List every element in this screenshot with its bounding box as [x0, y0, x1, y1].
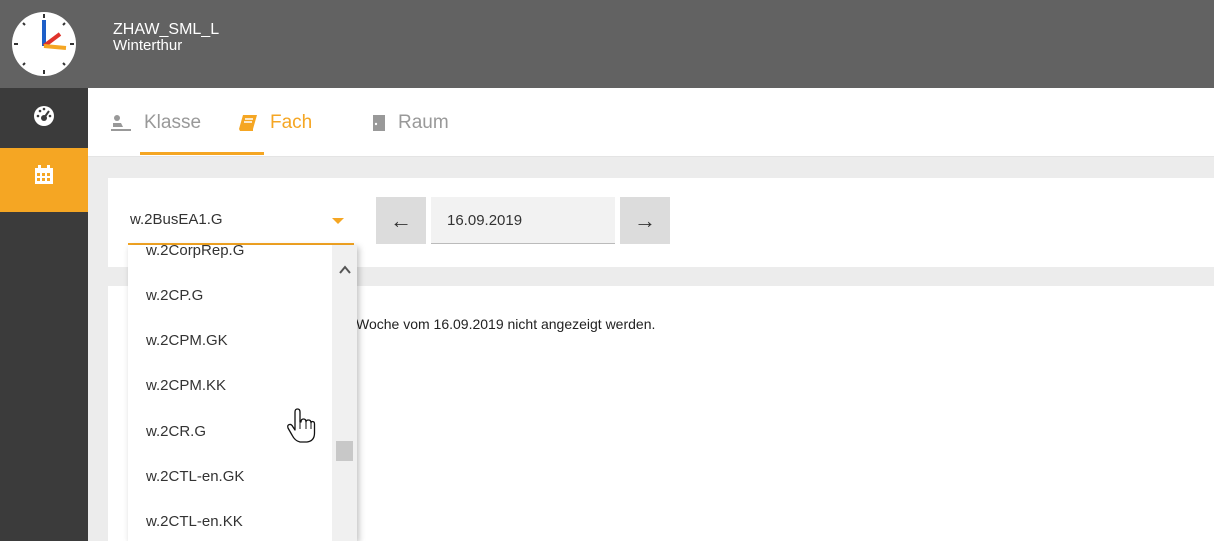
scrollbar-thumb[interactable] — [336, 441, 353, 461]
tab-klasse[interactable]: Klasse — [110, 88, 201, 157]
dropdown-option[interactable]: w.2CP.G — [146, 287, 203, 304]
dropdown-option[interactable]: w.2CorpRep.G — [146, 245, 244, 259]
dropdown-option[interactable]: w.2CPM.KK — [146, 377, 226, 394]
dashboard-icon — [33, 105, 55, 148]
student-desk-icon — [110, 114, 132, 132]
tab-label: Klasse — [144, 111, 202, 133]
dropdown-option[interactable]: w.2CTL-en.GK — [146, 468, 244, 485]
previous-week-button[interactable]: ← — [376, 197, 426, 244]
hand-pointer-cursor-icon — [286, 408, 316, 444]
dropdown-option[interactable]: w.2CPM.GK — [146, 332, 228, 349]
tab-label: Raum — [398, 111, 449, 133]
info-message: Woche vom 16.09.2019 nicht angezeigt wer… — [356, 316, 656, 332]
book-icon — [238, 114, 258, 132]
next-week-button[interactable]: → — [620, 197, 670, 244]
school-location: Winterthur — [113, 37, 183, 54]
dropdown-option[interactable]: w.2CTL-en.KK — [146, 513, 243, 530]
subject-select[interactable]: w.2BusEA1.G — [128, 196, 354, 245]
clock-logo-icon[interactable] — [0, 0, 88, 88]
calendar-icon — [34, 165, 54, 212]
subject-dropdown-list[interactable]: w.2CorpRep.G w.2CP.G w.2CPM.GK w.2CPM.KK… — [128, 245, 357, 541]
tab-fach[interactable]: Fach — [238, 88, 312, 157]
caret-down-icon[interactable] — [332, 218, 344, 224]
date-input[interactable]: 16.09.2019 — [431, 197, 615, 244]
tab-label: Fach — [270, 111, 313, 133]
tab-raum[interactable]: Raum — [372, 88, 449, 157]
date-value: 16.09.2019 — [447, 212, 523, 229]
chevron-up-icon[interactable] — [338, 263, 352, 275]
dropdown-option[interactable]: w.2CR.G — [146, 423, 206, 440]
school-info: ZHAW_SML_L Winterthur — [113, 22, 219, 54]
dropdown-scrollbar[interactable] — [332, 245, 357, 541]
sidebar-item-timetable[interactable] — [0, 148, 88, 212]
door-icon — [372, 114, 386, 132]
view-tabs: Klasse Fach Raum — [88, 88, 1214, 157]
left-sidebar — [0, 88, 88, 541]
active-tab-indicator — [140, 152, 264, 155]
app-header: ZHAW_SML_L Winterthur — [0, 0, 1214, 88]
sidebar-item-dashboard[interactable] — [0, 88, 88, 148]
subject-select-value: w.2BusEA1.G — [130, 211, 223, 228]
school-name: ZHAW_SML_L — [113, 21, 220, 38]
